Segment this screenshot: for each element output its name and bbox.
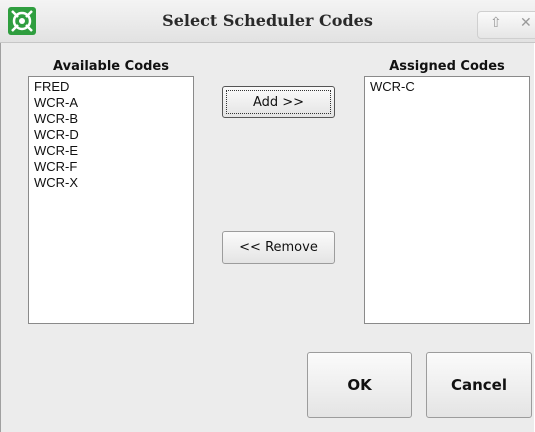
assigned-codes-label: Assigned Codes xyxy=(389,59,505,74)
list-item[interactable]: FRED xyxy=(34,79,188,95)
available-codes-list[interactable]: FRED WCR-A WCR-B WCR-D WCR-E WCR-F WCR-X xyxy=(28,76,194,324)
list-item[interactable]: WCR-X xyxy=(34,175,188,191)
available-codes-label: Available Codes xyxy=(53,59,169,74)
dialog-body: Available Codes FRED WCR-A WCR-B WCR-D WCR-E… xyxy=(0,43,534,432)
remove-button-label: << Remove xyxy=(239,240,318,255)
list-item[interactable]: WCR-B xyxy=(34,111,188,127)
list-item[interactable]: WCR-F xyxy=(34,159,188,175)
title-bar[interactable]: Select Scheduler Codes ⇧ ✕ xyxy=(0,0,535,43)
ok-button-label: OK xyxy=(347,376,372,394)
add-button[interactable]: Add >> xyxy=(222,86,335,118)
cancel-button-label: Cancel xyxy=(450,376,507,394)
title-button-group: ⇧ ✕ xyxy=(477,11,535,39)
window-title: Select Scheduler Codes xyxy=(162,11,373,30)
list-item[interactable]: WCR-C xyxy=(370,79,524,95)
assigned-codes-list[interactable]: WCR-C xyxy=(364,76,530,324)
remove-button[interactable]: << Remove xyxy=(222,231,335,264)
up-arrow-icon[interactable]: ⇧ xyxy=(490,15,502,31)
list-item[interactable]: WCR-A xyxy=(34,95,188,111)
list-item[interactable]: WCR-E xyxy=(34,143,188,159)
focus-ring xyxy=(226,90,331,114)
cancel-button[interactable]: Cancel xyxy=(426,352,532,418)
ok-button[interactable]: OK xyxy=(307,352,412,418)
close-icon[interactable]: ✕ xyxy=(520,15,532,31)
list-item[interactable]: WCR-D xyxy=(34,127,188,143)
